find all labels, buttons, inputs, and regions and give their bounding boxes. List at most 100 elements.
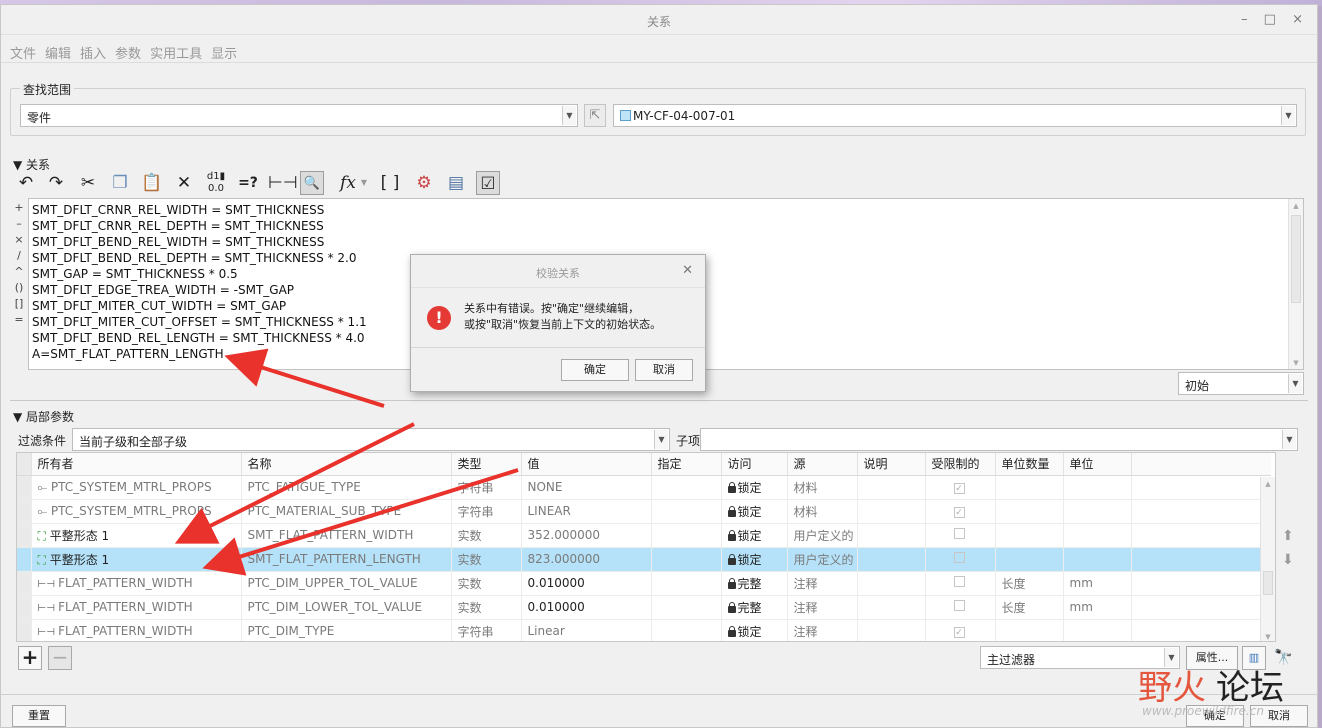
table-row[interactable]: ⟜ PTC_SYSTEM_MTRL_PROPS PTC_FATIGUE_TYPE… xyxy=(17,475,1271,500)
restricted-checkbox[interactable] xyxy=(953,576,965,587)
bracket-operator[interactable]: [] xyxy=(12,296,26,312)
minus-operator[interactable]: – xyxy=(12,216,26,232)
column-header-designate[interactable]: 指定 xyxy=(651,453,722,476)
equals-operator[interactable]: = xyxy=(12,312,26,328)
table-row[interactable]: ⊢⊣ FLAT_PATTERN_WIDTH PTC_DIM_UPPER_TOL_… xyxy=(17,571,1271,596)
verify-icon[interactable]: ☑ xyxy=(476,171,500,195)
description-cell[interactable] xyxy=(857,523,926,548)
menu-show[interactable]: 显示 xyxy=(211,43,237,62)
table-row[interactable]: ⟜ PTC_SYSTEM_MTRL_PROPS PTC_MATERIAL_SUB… xyxy=(17,499,1271,524)
child-select[interactable]: ▼ xyxy=(700,428,1298,451)
relation-line[interactable]: SMT_DFLT_BEND_REL_WIDTH = SMT_THICKNESS xyxy=(29,234,1303,250)
description-cell[interactable] xyxy=(857,619,926,641)
copy-icon[interactable]: ❐ xyxy=(108,171,132,195)
table-scrollbar[interactable]: ▲ ▼ xyxy=(1260,477,1275,641)
plus-operator[interactable]: + xyxy=(12,200,26,216)
description-cell[interactable] xyxy=(857,547,926,572)
restricted-checkbox[interactable] xyxy=(953,600,965,611)
initial-state-select[interactable]: 初始 ▼ xyxy=(1178,372,1304,395)
measure-icon[interactable]: ⊢⊣ xyxy=(268,171,298,195)
restricted-checkbox[interactable]: ✓ xyxy=(953,627,965,638)
scroll-down-icon[interactable]: ▼ xyxy=(1289,359,1303,367)
evaluate-icon[interactable]: =? xyxy=(236,171,260,195)
description-cell[interactable] xyxy=(857,499,926,524)
column-header-value[interactable]: 值 xyxy=(521,453,652,476)
table-row[interactable]: ⛶ 平整形态 1 SMT_FLAT_PATTERN_WIDTH 实数 352.0… xyxy=(17,523,1271,548)
table-row-selected[interactable]: ⛶ 平整形态 1 SMT_FLAT_PATTERN_LENGTH 实数 823.… xyxy=(17,547,1271,572)
column-header-restricted[interactable]: 受限制的 xyxy=(925,453,996,476)
menu-utilities[interactable]: 实用工具 xyxy=(150,43,202,62)
restricted-checkbox[interactable] xyxy=(953,528,965,539)
menu-file[interactable]: 文件 xyxy=(10,43,36,62)
scope-type-select[interactable]: 零件 ▼ xyxy=(20,104,578,127)
redo-icon[interactable]: ↷ xyxy=(44,171,68,195)
relation-line[interactable]: SMT_DFLT_CRNR_REL_WIDTH = SMT_THICKNESS xyxy=(29,202,1303,218)
sort-icon[interactable]: ▤ xyxy=(444,171,468,195)
relation-line[interactable]: SMT_DFLT_CRNR_REL_DEPTH = SMT_THICKNESS xyxy=(29,218,1303,234)
column-header-unit[interactable]: 单位 xyxy=(1063,453,1132,476)
menu-parameters[interactable]: 参数 xyxy=(115,43,141,62)
insert-function-icon[interactable]: fx xyxy=(336,171,360,195)
designate-cell[interactable] xyxy=(651,619,722,641)
description-cell[interactable] xyxy=(857,475,926,500)
power-operator[interactable]: ^ xyxy=(12,264,26,280)
menu-edit[interactable]: 编辑 xyxy=(45,43,71,62)
column-header-type[interactable]: 类型 xyxy=(451,453,522,476)
designate-cell[interactable] xyxy=(651,499,722,524)
value-cell[interactable]: 823.000000 xyxy=(521,547,652,572)
move-up-icon[interactable]: ⬆ xyxy=(1282,528,1294,544)
row-header[interactable] xyxy=(17,595,32,620)
designate-cell[interactable] xyxy=(651,523,722,548)
column-header-name[interactable]: 名称 xyxy=(241,453,452,476)
value-cell[interactable]: Linear xyxy=(521,619,652,641)
show-values-icon[interactable]: 🔍 xyxy=(300,171,324,195)
switch-dims-icon[interactable]: d1▮ 0.0 xyxy=(204,171,228,195)
remove-parameter-button[interactable]: − xyxy=(48,646,72,670)
row-header[interactable] xyxy=(17,475,32,500)
column-header-owner[interactable]: 所有者 xyxy=(31,453,242,476)
restricted-checkbox[interactable]: ✓ xyxy=(953,483,965,494)
editor-scrollbar[interactable]: ▲ ▼ xyxy=(1288,199,1303,369)
column-header-source[interactable]: 源 xyxy=(787,453,858,476)
reset-button[interactable]: 重置 xyxy=(12,705,66,727)
designate-cell[interactable] xyxy=(651,547,722,572)
scroll-thumb[interactable] xyxy=(1263,571,1273,595)
value-cell[interactable]: 352.000000 xyxy=(521,523,652,548)
multiply-operator[interactable]: × xyxy=(12,232,26,248)
cut-icon[interactable]: ✂ xyxy=(76,171,100,195)
scroll-up-icon[interactable]: ▲ xyxy=(1261,480,1275,488)
undo-icon[interactable]: ↶ xyxy=(14,171,38,195)
scroll-up-icon[interactable]: ▲ xyxy=(1289,202,1303,210)
row-header[interactable] xyxy=(17,619,32,641)
table-row[interactable]: ⊢⊣ FLAT_PATTERN_WIDTH PTC_DIM_LOWER_TOL_… xyxy=(17,595,1271,620)
value-cell[interactable]: LINEAR xyxy=(521,499,652,524)
dialog-ok-button[interactable]: 确定 xyxy=(561,359,629,381)
value-cell[interactable]: 0.010000 xyxy=(521,595,652,620)
value-cell[interactable]: 0.010000 xyxy=(521,571,652,596)
paste-icon[interactable]: 📋 xyxy=(140,171,164,195)
add-parameter-button[interactable]: + xyxy=(18,646,42,670)
column-header-unit-qty[interactable]: 单位数量 xyxy=(995,453,1064,476)
filter-select[interactable]: 当前子级和全部子级 ▼ xyxy=(72,428,670,451)
scroll-thumb[interactable] xyxy=(1291,215,1301,303)
delete-icon[interactable]: ✕ xyxy=(172,171,196,195)
value-cell[interactable]: NONE xyxy=(521,475,652,500)
close-icon[interactable]: ✕ xyxy=(682,263,693,278)
paren-operator[interactable]: () xyxy=(12,280,26,296)
description-cell[interactable] xyxy=(857,571,926,596)
menu-insert[interactable]: 插入 xyxy=(80,43,106,62)
window-controls[interactable]: – □ × xyxy=(1241,12,1309,27)
model-select[interactable]: MY-CF-04-007-01 ▼ xyxy=(613,104,1297,127)
move-down-icon[interactable]: ⬇ xyxy=(1282,552,1294,568)
row-header[interactable] xyxy=(17,499,32,524)
column-header-description[interactable]: 说明 xyxy=(857,453,926,476)
designate-cell[interactable] xyxy=(651,571,722,596)
column-header-access[interactable]: 访问 xyxy=(721,453,788,476)
restricted-checkbox[interactable] xyxy=(953,552,965,563)
insert-relation-icon[interactable]: ⚙ xyxy=(412,171,436,195)
description-cell[interactable] xyxy=(857,595,926,620)
scroll-down-icon[interactable]: ▼ xyxy=(1261,633,1275,641)
insert-parameter-icon[interactable]: [ ] xyxy=(378,171,402,195)
dialog-cancel-button[interactable]: 取消 xyxy=(635,359,693,381)
function-dropdown-icon[interactable]: ▼ xyxy=(358,171,370,195)
